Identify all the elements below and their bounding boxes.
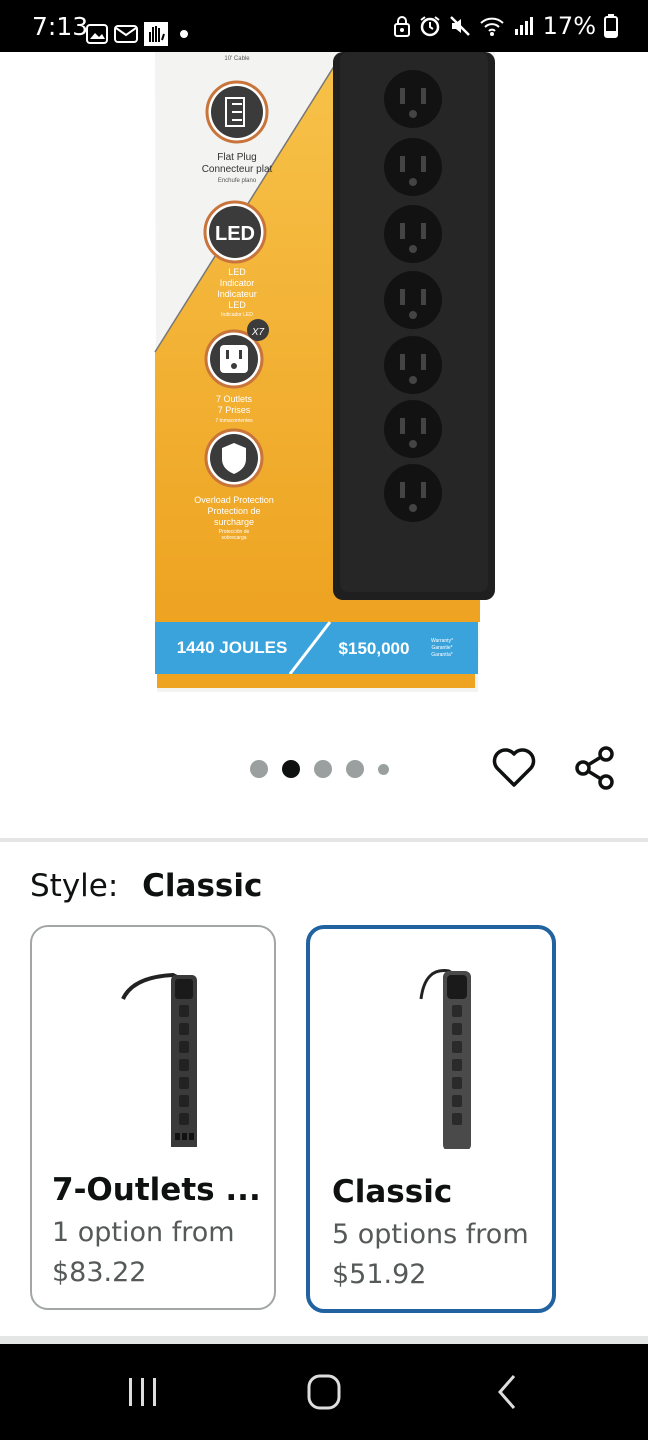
img-flat-plug-2: Connecteur plat bbox=[202, 164, 273, 175]
carousel-dot[interactable] bbox=[378, 763, 389, 775]
img-warranty-3: Garantía* bbox=[431, 652, 452, 658]
section-divider bbox=[0, 1336, 648, 1344]
img-led-badge: LED bbox=[215, 223, 255, 245]
power-strip-thumbnail bbox=[419, 969, 471, 1149]
share-icon bbox=[575, 746, 614, 790]
hand-icon bbox=[144, 22, 168, 46]
recent-apps-icon bbox=[129, 1378, 156, 1406]
image-carousel-dots[interactable] bbox=[250, 760, 389, 778]
option-price: $83.22 bbox=[52, 1257, 147, 1288]
back-button[interactable] bbox=[482, 1372, 532, 1412]
flat-plug-icon bbox=[205, 80, 269, 144]
status-right-icons: 17% bbox=[393, 12, 618, 40]
option-price: $51.92 bbox=[332, 1259, 427, 1290]
img-overload-1: Overload Protection bbox=[194, 495, 274, 505]
img-led-3: Indicateur bbox=[217, 289, 257, 299]
back-icon bbox=[498, 1375, 516, 1409]
system-nav-bar bbox=[0, 1344, 648, 1440]
status-left-icons bbox=[86, 22, 190, 46]
battery-percent: 17% bbox=[542, 12, 596, 40]
shield-feature-icon bbox=[204, 428, 264, 488]
img-outlets-2: 7 Prises bbox=[218, 405, 251, 415]
mail-icon bbox=[114, 25, 138, 43]
img-outlets-3: 7 tomacorrientes bbox=[215, 418, 253, 424]
img-led-4: LED bbox=[228, 300, 246, 310]
option-title: Classic bbox=[332, 1174, 453, 1210]
img-led-2: Indicator bbox=[220, 278, 255, 288]
dot-icon bbox=[180, 30, 188, 38]
alarm-icon bbox=[420, 16, 440, 37]
img-warranty-2: Garantie* bbox=[431, 645, 452, 651]
signal-icon bbox=[514, 17, 533, 35]
img-outlets-badge: X7 bbox=[251, 327, 265, 338]
img-warranty-1: Warranty* bbox=[431, 638, 453, 644]
style-label: Style: bbox=[30, 868, 119, 904]
share-button[interactable] bbox=[572, 745, 618, 791]
style-option-classic[interactable]: Classic 5 options from $51.92 bbox=[306, 925, 556, 1313]
power-strip-thumbnail bbox=[121, 972, 197, 1147]
product-box-illustration: 10' Cable Flat Plug Connecteur plat Ench… bbox=[154, 52, 495, 692]
carousel-dot[interactable] bbox=[250, 760, 268, 778]
img-overload-5: sobrecarga bbox=[221, 535, 246, 541]
img-outlets-1: 7 Outlets bbox=[216, 394, 253, 404]
carousel-dot[interactable] bbox=[314, 760, 332, 778]
gallery-icon bbox=[86, 24, 108, 44]
img-warranty-amount: $150,000 bbox=[339, 639, 410, 658]
option-subtitle: 1 option from bbox=[52, 1217, 235, 1248]
home-icon bbox=[307, 1374, 341, 1410]
lock-icon bbox=[393, 16, 410, 37]
section-divider bbox=[0, 838, 648, 842]
battery-icon bbox=[604, 14, 618, 38]
recent-apps-button[interactable] bbox=[118, 1372, 168, 1412]
status-time: 7:13 bbox=[32, 12, 89, 41]
style-option-7-outlets[interactable]: 7-Outlets ... 1 option from $83.22 bbox=[30, 925, 276, 1310]
status-bar: 7:13 17% bbox=[0, 0, 648, 52]
carousel-dot-active[interactable] bbox=[282, 760, 300, 778]
wifi-icon bbox=[479, 17, 504, 36]
mute-icon bbox=[449, 16, 470, 36]
img-overload-3: surcharge bbox=[214, 517, 254, 527]
home-button[interactable] bbox=[299, 1372, 349, 1412]
img-cable-label: 10' Cable bbox=[224, 56, 250, 62]
img-joules: 1440 JOULES bbox=[177, 638, 288, 657]
img-led-1: LED bbox=[228, 267, 246, 277]
heart-icon bbox=[492, 748, 536, 787]
wishlist-button[interactable] bbox=[491, 745, 537, 791]
img-overload-2: Protection de bbox=[207, 506, 260, 516]
product-image[interactable]: 10' Cable Flat Plug Connecteur plat Ench… bbox=[0, 52, 648, 742]
style-selector-header: Style: Classic bbox=[30, 868, 262, 904]
option-title: 7-Outlets ... bbox=[52, 1172, 261, 1208]
img-flat-plug-1: Flat Plug bbox=[217, 152, 256, 163]
style-selected-value: Classic bbox=[142, 868, 263, 904]
img-led-5: Indicador LED bbox=[221, 312, 253, 318]
carousel-dot[interactable] bbox=[346, 760, 364, 778]
option-subtitle: 5 options from bbox=[332, 1219, 529, 1250]
img-flat-plug-3: Enchufe plano bbox=[218, 178, 257, 184]
